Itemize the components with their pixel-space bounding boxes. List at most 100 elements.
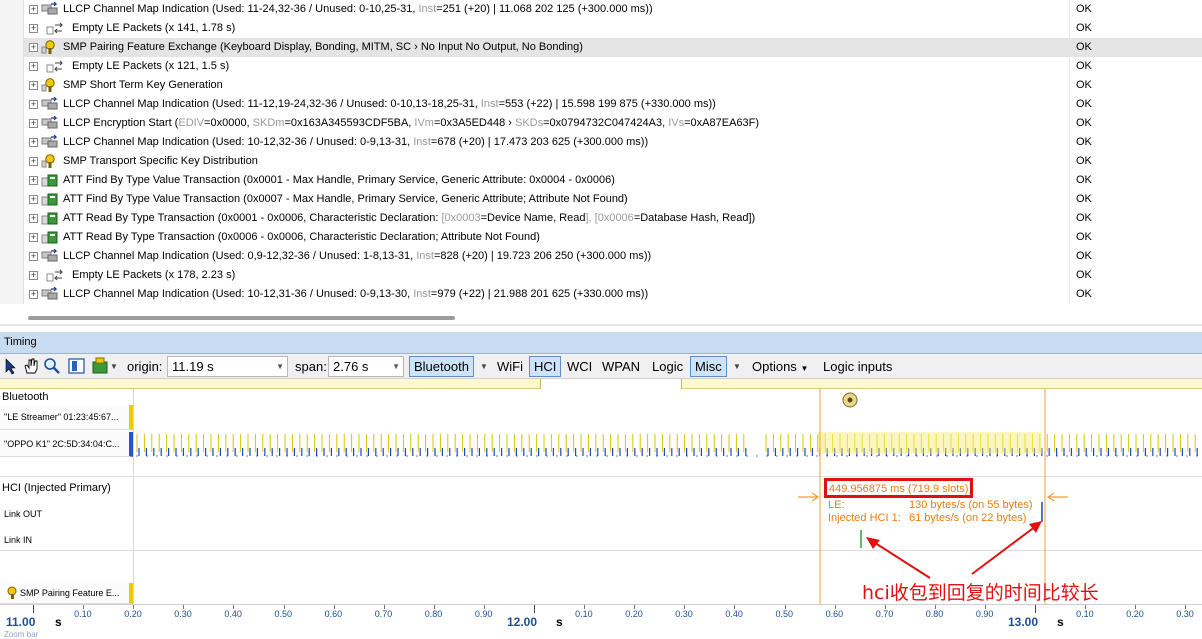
horizontal-scrollbar[interactable] xyxy=(28,316,455,320)
smp-marker-icon xyxy=(6,586,20,603)
expand-icon[interactable]: + xyxy=(29,62,38,71)
expand-icon[interactable]: + xyxy=(29,138,38,147)
cursor-right-arrow xyxy=(1046,492,1068,502)
expand-icon[interactable]: + xyxy=(29,5,38,14)
toggle-wifi[interactable]: WiFi xyxy=(493,356,527,377)
tree-gutter xyxy=(0,190,24,209)
span-value: 2.76 s xyxy=(333,359,369,374)
packet-summary: ATT Read By Type Transaction (0x0006 - 0… xyxy=(63,231,540,243)
pointer-tool-icon[interactable] xyxy=(3,356,19,377)
overview-window[interactable] xyxy=(540,379,682,389)
packet-summary: ATT Find By Type Value Transaction (0x00… xyxy=(63,193,628,205)
packet-row[interactable]: + ATT Find By Type Value Transaction (0x0… xyxy=(0,171,1202,190)
packet-row[interactable]: + ATT Find By Type Value Transaction (0x0… xyxy=(0,190,1202,209)
logic-inputs-button[interactable]: Logic inputs xyxy=(819,356,896,377)
packet-row[interactable]: + SMP Pairing Feature Exchange (Keyboard … xyxy=(0,38,1202,57)
expand-icon[interactable]: + xyxy=(29,271,38,280)
chevron-down-icon[interactable]: ▼ xyxy=(392,357,400,376)
axis-minor-label: 0.10 xyxy=(74,609,92,619)
axis-major-tick xyxy=(33,605,34,613)
packet-row[interactable]: + ATT Read By Type Transaction (0x0006 - … xyxy=(0,228,1202,247)
expand-icon[interactable]: + xyxy=(29,214,38,223)
lane-bluetooth-label: Bluetooth xyxy=(2,391,49,403)
origin-field[interactable]: 11.19 s ▼ xyxy=(167,356,288,377)
toggle-hci[interactable]: HCI xyxy=(529,356,562,377)
packet-row[interactable]: + ATT Read By Type Transaction (0x0001 - … xyxy=(0,209,1202,228)
axis-minor-label: 0.10 xyxy=(575,609,593,619)
span-field[interactable]: 2.76 s ▼ xyxy=(328,356,404,377)
axis-unit-label: s xyxy=(55,615,62,629)
tree-gutter xyxy=(0,57,24,76)
toggle-logic[interactable]: Logic xyxy=(648,356,687,377)
toggle-wpan[interactable]: WPAN xyxy=(598,356,644,377)
axis-major-label: 13.00 xyxy=(1008,615,1039,629)
expand-icon[interactable]: + xyxy=(29,81,38,90)
expand-icon[interactable]: + xyxy=(29,24,38,33)
empty-packet-icon xyxy=(46,59,64,74)
lane-link-out-label: Link OUT xyxy=(4,509,43,519)
expand-icon[interactable]: + xyxy=(29,290,38,299)
tree-gutter xyxy=(0,266,24,285)
lane-divider xyxy=(0,550,1202,551)
hand-tool-icon[interactable] xyxy=(22,356,40,377)
packet-summary: SMP Pairing Feature Exchange (Keyboard D… xyxy=(63,41,583,53)
packet-row[interactable]: + LLCP Channel Map Indication (Used: 11-2… xyxy=(0,0,1202,19)
expand-icon[interactable]: + xyxy=(29,43,38,52)
axis-major-tick xyxy=(1035,605,1036,613)
llcp-packet-icon xyxy=(41,134,59,150)
axis-minor-label: 0.90 xyxy=(474,609,493,619)
lane-device2-label[interactable]: "OPPO K1" 2C:5D:34:04:C... xyxy=(0,432,133,457)
filter-dropdown-icon[interactable]: ▼ xyxy=(110,356,118,377)
expand-icon[interactable]: + xyxy=(29,157,38,166)
tree-gutter xyxy=(0,152,24,171)
time-axis[interactable]: 11.00 s 0.10 0.20 0.30 0.40 0.50 0.60 0.70 0.80 0.… xyxy=(0,604,1202,635)
tree-gutter xyxy=(0,76,24,95)
expand-icon[interactable]: + xyxy=(29,119,38,128)
magnifier-icon[interactable] xyxy=(43,356,61,377)
packet-row[interactable]: + Empty LE Packets (x 121, 1.5 s) OK xyxy=(0,57,1202,76)
column-separator xyxy=(1069,228,1070,247)
options-menu[interactable]: Options ▼ xyxy=(748,356,812,377)
packet-row[interactable]: + LLCP Channel Map Indication (Used: 10-1… xyxy=(0,133,1202,152)
axis-unit-label: s xyxy=(1057,615,1064,629)
expand-icon[interactable]: + xyxy=(29,252,38,261)
packet-summary: Empty LE Packets (x 141, 1.78 s) xyxy=(72,22,236,34)
packet-row[interactable]: + SMP Short Term Key Generation OK xyxy=(0,76,1202,95)
measurement-hci-value: 61 bytes/s (on 22 bytes) xyxy=(909,512,1027,524)
packet-row[interactable]: + LLCP Channel Map Indication (Used: 10-1… xyxy=(0,285,1202,304)
packet-row[interactable]: + LLCP Channel Map Indication (Used: 0,9-… xyxy=(0,247,1202,266)
packet-summary: LLCP Encryption Start (EDIV=0x0000, SKDm… xyxy=(63,117,760,129)
lane-device1-label[interactable]: "LE Streamer" 01:23:45:67... xyxy=(0,405,133,430)
expand-icon[interactable]: + xyxy=(29,100,38,109)
att-packet-icon xyxy=(41,192,59,207)
toggle-misc[interactable]: Misc xyxy=(690,356,727,377)
column-separator xyxy=(1069,190,1070,209)
packet-list: + LLCP Channel Map Indication (Used: 11-2… xyxy=(0,0,1202,326)
misc-dropdown-icon[interactable]: ▼ xyxy=(733,356,741,377)
chevron-down-icon[interactable]: ▼ xyxy=(276,357,284,376)
packet-summary: ATT Read By Type Transaction (0x0001 - 0… xyxy=(63,212,756,224)
packet-summary: Empty LE Packets (x 121, 1.5 s) xyxy=(72,60,230,72)
bluetooth-dropdown-icon[interactable]: ▼ xyxy=(480,356,488,377)
packet-summary: ATT Find By Type Value Transaction (0x00… xyxy=(63,174,615,186)
expand-icon[interactable]: + xyxy=(29,176,38,185)
expand-icon[interactable]: + xyxy=(29,233,38,242)
packet-row[interactable]: + Empty LE Packets (x 141, 1.78 s) OK xyxy=(0,19,1202,38)
packet-status: OK xyxy=(1076,60,1092,72)
timing-header: Timing xyxy=(0,332,1202,354)
packet-row[interactable]: + LLCP Encryption Start (EDIV=0x0000, SKD… xyxy=(0,114,1202,133)
packet-row[interactable]: + LLCP Channel Map Indication (Used: 11-1… xyxy=(0,95,1202,114)
packet-summary: LLCP Channel Map Indication (Used: 10-12… xyxy=(63,136,649,148)
toggle-bluetooth[interactable]: Bluetooth xyxy=(409,356,474,377)
llcp-packet-icon xyxy=(41,248,59,264)
packet-row[interactable]: + SMP Transport Specific Key Distribution… xyxy=(0,152,1202,171)
axis-minor-label: 0.20 xyxy=(625,609,643,619)
overview-strip[interactable] xyxy=(0,379,1202,389)
filter-icon[interactable] xyxy=(91,356,109,377)
toggle-wci[interactable]: WCI xyxy=(563,356,596,377)
expand-icon[interactable]: + xyxy=(29,195,38,204)
zoom-region-icon[interactable] xyxy=(67,356,87,377)
axis-minor-label: 0.40 xyxy=(224,609,242,619)
packet-row[interactable]: + Empty LE Packets (x 178, 2.23 s) OK xyxy=(0,266,1202,285)
axis-minor-label: 0.90 xyxy=(975,609,994,619)
